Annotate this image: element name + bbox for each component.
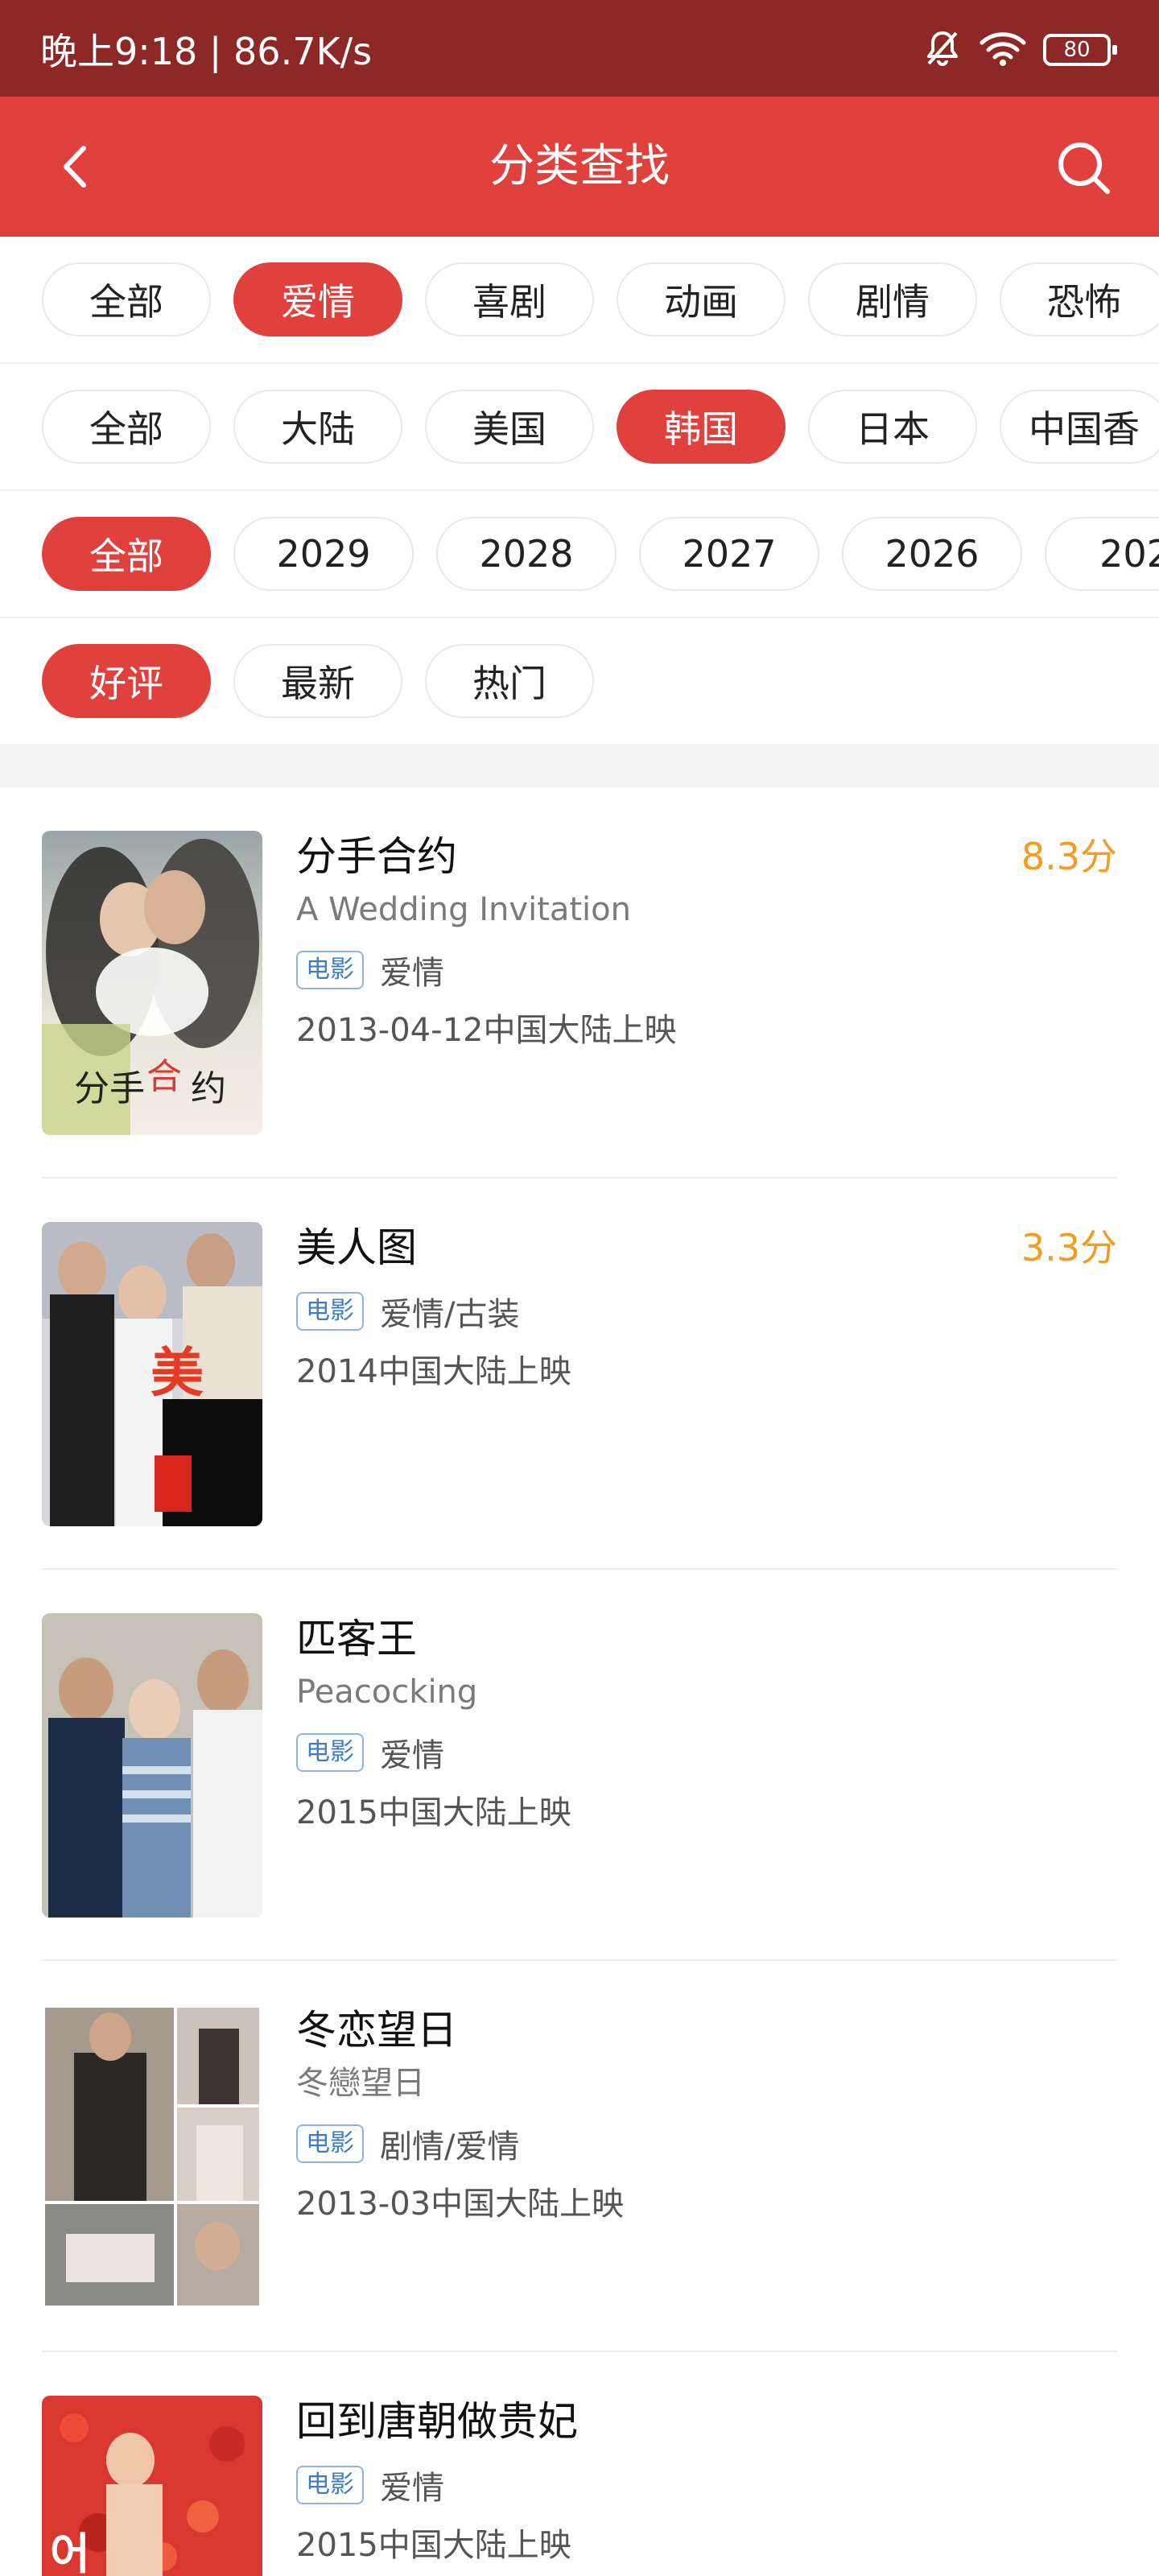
movie-title: 回到唐朝做贵妃 xyxy=(296,2398,578,2445)
movie-title: 冬恋望日 xyxy=(296,2007,457,2054)
year-filter-row: 全部 2029 2028 2027 2026 202 xyxy=(0,491,1159,618)
sort-chip-rating[interactable]: 好评 xyxy=(42,644,211,718)
genre-chip-horror[interactable]: 恐怖 xyxy=(1000,262,1159,336)
genre-filter-row: 全部 爱情 喜剧 动画 剧情 恐怖 xyxy=(0,237,1159,364)
genre-chip-comedy[interactable]: 喜剧 xyxy=(425,262,594,336)
movie-release: 2013-03中国大陆上映 xyxy=(296,2186,625,2223)
svg-text:合: 合 xyxy=(146,1056,182,1097)
movie-type-badge: 电影 xyxy=(296,1733,364,1772)
region-filter-row: 全部 大陆 美国 韩国 日本 中国香 xyxy=(0,364,1159,491)
svg-text:어: 어 xyxy=(50,2529,90,2576)
movie-type-badge: 电影 xyxy=(296,1292,364,1331)
movie-title: 匹客王 xyxy=(296,1616,417,1662)
movie-type-badge: 电影 xyxy=(296,951,364,989)
movie-poster xyxy=(42,1613,262,1918)
movie-score: 3.3分 xyxy=(1021,1226,1117,1269)
movie-release: 2014中国大陆上映 xyxy=(296,1353,571,1390)
movie-release: 2015中国大陆上映 xyxy=(296,2527,571,2564)
movie-meta: 美人图 电影 爱情/古装 2014中国大陆上映 xyxy=(296,1222,988,1394)
movie-release: 2013-04-12中国大陆上映 xyxy=(296,1012,677,1049)
status-icons: 80 xyxy=(922,26,1117,74)
region-chip-japan[interactable]: 日本 xyxy=(808,390,977,464)
region-chip-hongkong[interactable]: 中国香 xyxy=(1000,390,1159,464)
sort-chip-hot[interactable]: 热门 xyxy=(425,644,594,718)
region-chip-korea[interactable]: 韩国 xyxy=(617,390,786,464)
movie-title: 分手合约 xyxy=(296,833,457,880)
region-chip-mainland[interactable]: 大陆 xyxy=(233,390,402,464)
section-divider xyxy=(0,744,1159,787)
wifi-icon xyxy=(979,30,1027,70)
app-header: 分类查找 xyxy=(0,97,1159,237)
battery-level: 80 xyxy=(1063,38,1091,62)
movie-poster: 어 xyxy=(42,2396,262,2576)
year-chip-2028[interactable]: 2028 xyxy=(436,517,617,591)
year-chip-2029[interactable]: 2029 xyxy=(233,517,414,591)
movie-meta: 匹客王 Peacocking 电影 爱情 2015中国大陆上映 xyxy=(296,1613,988,1835)
list-item[interactable]: 美 美人图 电影 爱情/古装 2014中国大陆上映 3.3分 xyxy=(42,1179,1117,1570)
year-chip-2026[interactable]: 2026 xyxy=(842,517,1022,591)
movie-poster: 分手 合 约 xyxy=(42,831,262,1135)
genre-chip-drama[interactable]: 剧情 xyxy=(808,262,977,336)
movie-meta: 冬恋望日 冬戀望日 电影 剧情/爱情 2013-03中国大陆上映 xyxy=(296,2004,988,2227)
search-button[interactable] xyxy=(1053,137,1114,198)
battery-icon: 80 xyxy=(1043,34,1117,66)
list-item[interactable]: 冬恋望日 冬戀望日 电影 剧情/爱情 2013-03中国大陆上映 xyxy=(42,1961,1117,2352)
sort-chip-latest[interactable]: 最新 xyxy=(233,644,402,718)
svg-text:美: 美 xyxy=(151,1341,204,1404)
movie-poster: 美 xyxy=(42,1222,262,1526)
region-chip-usa[interactable]: 美国 xyxy=(425,390,594,464)
genre-chip-romance[interactable]: 爱情 xyxy=(233,262,402,336)
movie-poster xyxy=(42,2004,262,2309)
movie-type-badge: 电影 xyxy=(296,2466,364,2504)
status-bar: 晚上9:18 | 86.7K/s 80 xyxy=(0,0,1159,97)
year-chip-2025[interactable]: 202 xyxy=(1045,517,1159,591)
region-chip-all[interactable]: 全部 xyxy=(42,390,211,464)
svg-text:分手: 分手 xyxy=(74,1068,145,1109)
bell-mute-icon xyxy=(922,28,963,72)
genre-chip-animation[interactable]: 动画 xyxy=(617,262,786,336)
list-item[interactable]: 匹客王 Peacocking 电影 爱情 2015中国大陆上映 xyxy=(42,1570,1117,1961)
movie-genre: 爱情 xyxy=(380,1737,444,1774)
movie-genre: 爱情 xyxy=(380,955,444,992)
status-time: 晚上9:18 | 86.7K/s xyxy=(40,30,373,73)
list-item[interactable]: 어 回到唐朝做贵妃 电影 爱情 2015中国大陆上映 xyxy=(42,2352,1117,2576)
movie-release: 2015中国大陆上映 xyxy=(296,1794,571,1831)
svg-text:约: 约 xyxy=(191,1068,226,1109)
movie-alt-title: 冬戀望日 xyxy=(296,2065,425,2102)
movie-genre: 爱情 xyxy=(380,2470,444,2507)
movie-alt-title: A Wedding Invitation xyxy=(296,891,631,928)
list-item[interactable]: 分手 合 约 分手合约 A Wedding Invitation 电影 爱情 2… xyxy=(42,787,1117,1179)
year-chip-2027[interactable]: 2027 xyxy=(639,517,819,591)
movie-genre: 爱情/古装 xyxy=(380,1296,520,1333)
sort-filter-row: 好评 最新 热门 xyxy=(0,618,1159,745)
movie-score: 8.3分 xyxy=(1021,835,1117,878)
year-chip-all[interactable]: 全部 xyxy=(42,517,211,591)
search-icon xyxy=(1058,142,1110,194)
movie-type-badge: 电影 xyxy=(296,2124,364,2163)
page-title: 分类查找 xyxy=(489,140,670,192)
movie-meta: 分手合约 A Wedding Invitation 电影 爱情 2013-04-… xyxy=(296,831,988,1053)
movie-meta: 回到唐朝做贵妃 电影 爱情 2015中国大陆上映 xyxy=(296,2396,988,2568)
movie-title: 美人图 xyxy=(296,1224,417,1271)
movie-genre: 剧情/爱情 xyxy=(380,2128,520,2165)
movie-alt-title: Peacocking xyxy=(296,1674,478,1711)
genre-chip-all[interactable]: 全部 xyxy=(42,262,211,336)
